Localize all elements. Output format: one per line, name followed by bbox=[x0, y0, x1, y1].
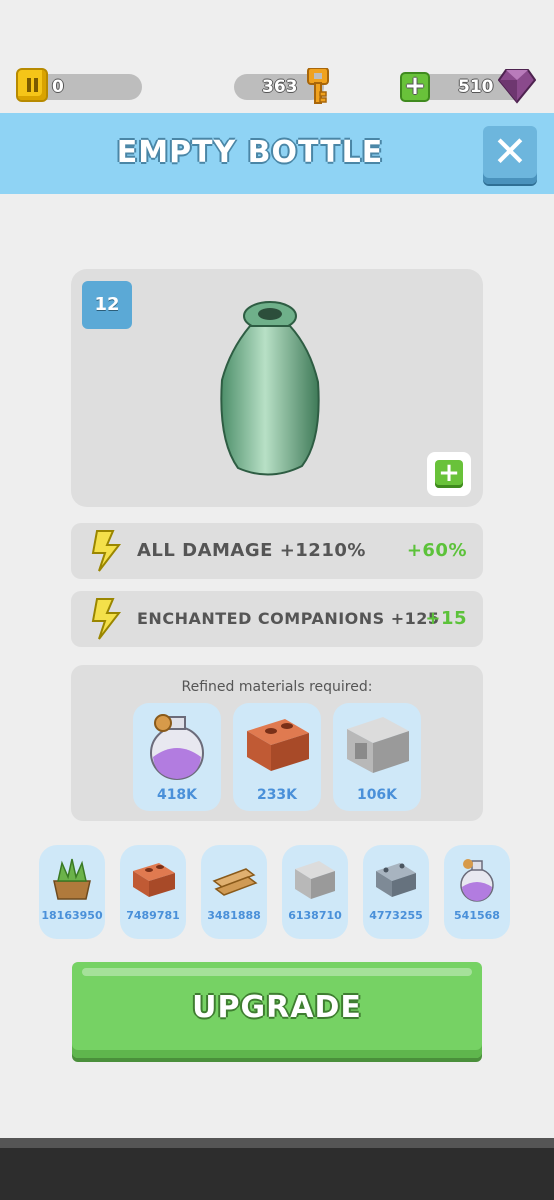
plant-crate-icon bbox=[53, 858, 91, 900]
page-title: EMPTY BOTTLE bbox=[116, 135, 384, 170]
upgrade-label: UPGRADE bbox=[192, 990, 362, 1025]
add-gems-button[interactable]: + bbox=[400, 72, 430, 102]
inventory-amount: 4773255 bbox=[369, 909, 423, 922]
required-material[interactable]: 106K bbox=[333, 703, 421, 811]
stat-row: ALL DAMAGE +1210% +60% bbox=[71, 523, 483, 579]
key-amount: 363 bbox=[262, 77, 298, 97]
materials-panel: Refined materials required: 418K 233K 10… bbox=[71, 665, 483, 821]
inventory-amount: 7489781 bbox=[126, 909, 180, 922]
coin-amount: 0 bbox=[52, 77, 64, 97]
coin-counter: 0 bbox=[16, 68, 142, 102]
inventory-item[interactable]: 18163950 bbox=[39, 845, 105, 939]
stat-bonus: +15 bbox=[425, 608, 467, 629]
purple-potion-icon bbox=[150, 714, 204, 780]
key-icon bbox=[307, 68, 329, 104]
upgrade-button[interactable]: UPGRADE bbox=[72, 962, 482, 1058]
inventory-item[interactable]: 3481888 bbox=[201, 845, 267, 939]
lightning-icon bbox=[91, 598, 122, 640]
stat-row: ENCHANTED COMPANIONS +125 +15 bbox=[71, 591, 483, 647]
key-counter: 363 bbox=[234, 68, 329, 104]
inventory-item[interactable]: 7489781 bbox=[120, 845, 186, 939]
inventory-amount: 6138710 bbox=[288, 909, 342, 922]
title-bar: EMPTY BOTTLE bbox=[0, 113, 554, 194]
currency-bar: 0 363 + 510 bbox=[0, 0, 554, 112]
brick-icon bbox=[133, 863, 175, 897]
required-material[interactable]: 418K bbox=[133, 703, 221, 811]
brick-icon bbox=[247, 719, 309, 771]
required-amount: 233K bbox=[256, 787, 298, 803]
system-nav-bar bbox=[0, 1138, 554, 1200]
stat-label: ENCHANTED COMPANIONS +125 bbox=[137, 609, 440, 628]
stat-bonus: +60% bbox=[406, 540, 467, 561]
stone-block-icon bbox=[347, 717, 409, 773]
purple-potion-icon bbox=[460, 859, 494, 902]
metal-plate-icon bbox=[376, 863, 416, 897]
gem-amount: 510 bbox=[458, 77, 494, 97]
stat-label: ALL DAMAGE +1210% bbox=[137, 540, 366, 561]
required-amount: 418K bbox=[156, 787, 198, 803]
inventory-amount: 3481888 bbox=[207, 909, 261, 922]
inventory-item[interactable]: 541568 bbox=[444, 845, 510, 939]
inventory-item[interactable]: 4773255 bbox=[363, 845, 429, 939]
coin-icon bbox=[16, 68, 48, 102]
required-material[interactable]: 233K bbox=[233, 703, 321, 811]
gem-icon bbox=[498, 69, 536, 104]
close-button[interactable]: ✕ bbox=[483, 126, 537, 184]
gem-counter: + 510 bbox=[400, 69, 536, 104]
stone-block-icon bbox=[295, 861, 335, 899]
wood-planks-icon bbox=[212, 868, 258, 896]
close-icon: ✕ bbox=[492, 127, 528, 176]
required-amount: 106K bbox=[356, 787, 398, 803]
add-item-button[interactable]: + bbox=[427, 452, 471, 496]
inventory-amount: 18163950 bbox=[41, 909, 103, 922]
lightning-icon bbox=[91, 530, 122, 572]
materials-title: Refined materials required: bbox=[181, 679, 373, 695]
inventory-item[interactable]: 6138710 bbox=[282, 845, 348, 939]
plus-icon: + bbox=[435, 460, 463, 488]
inventory-amount: 541568 bbox=[454, 909, 500, 922]
level-badge: 12 bbox=[82, 281, 132, 329]
empty-bottle-icon bbox=[220, 301, 320, 476]
